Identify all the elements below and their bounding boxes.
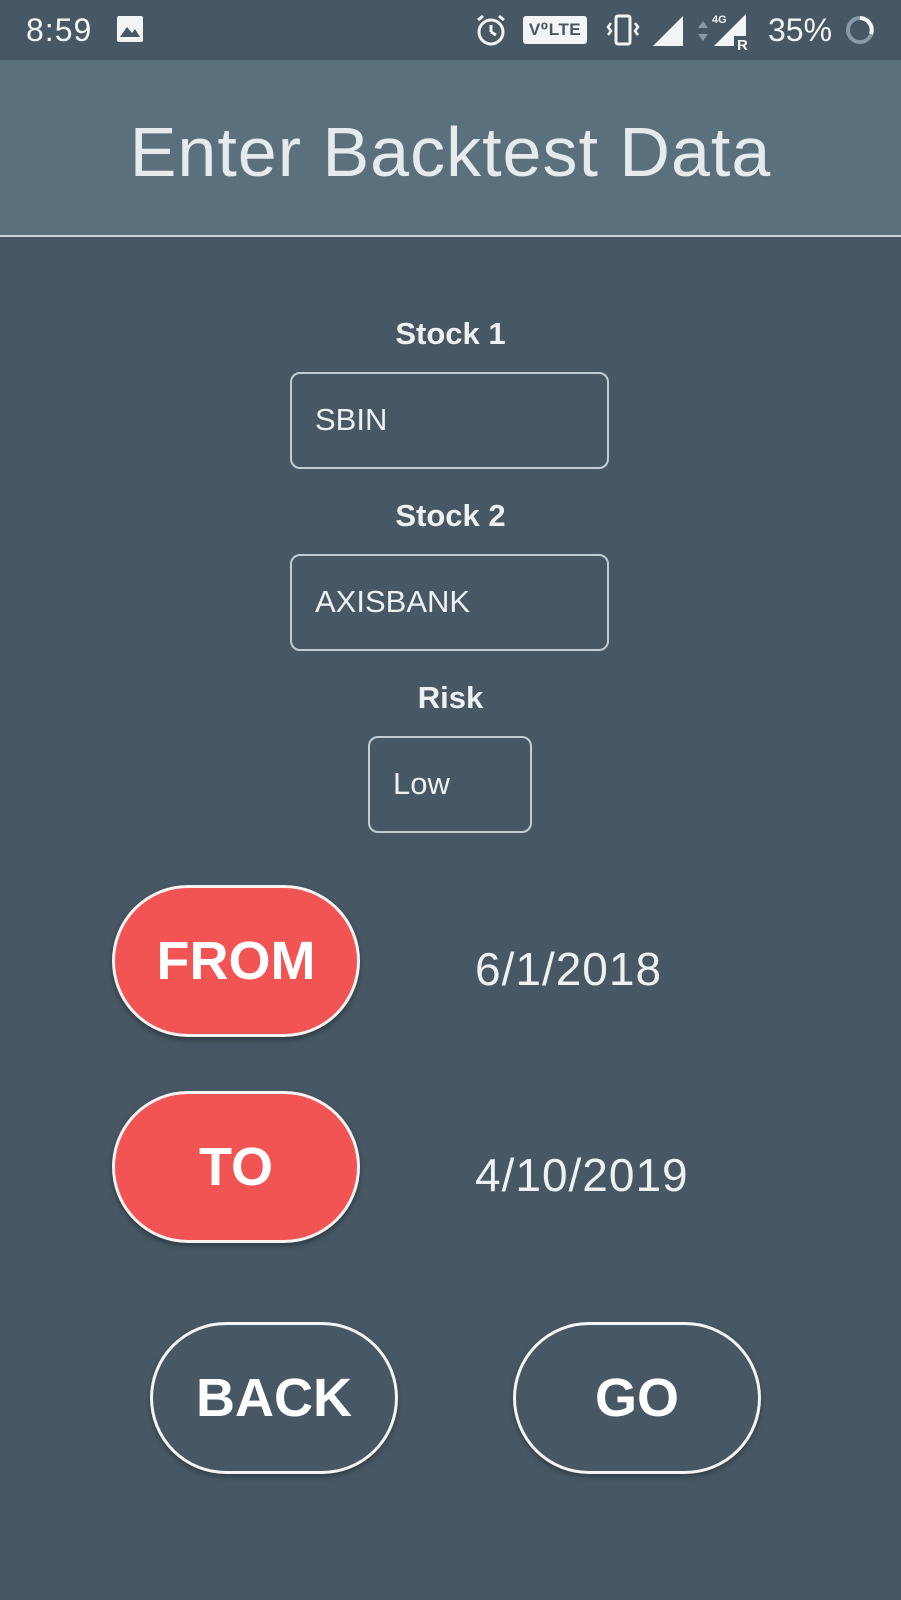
gallery-icon bbox=[116, 15, 144, 48]
page-title: Enter Backtest Data bbox=[129, 113, 772, 191]
stock1-input[interactable]: SBIN bbox=[290, 372, 609, 469]
status-time: 8:59 bbox=[26, 12, 93, 48]
data-arrows-icon bbox=[697, 20, 709, 47]
back-button[interactable]: BACK bbox=[150, 1322, 398, 1474]
battery-percent: 35% bbox=[768, 12, 833, 48]
signal-roaming-icon: 4G R bbox=[712, 12, 754, 57]
network-type-label: 4G bbox=[712, 14, 727, 26]
battery-circle-icon bbox=[844, 14, 876, 51]
risk-input[interactable]: Low bbox=[368, 736, 532, 833]
go-button[interactable]: GO bbox=[513, 1322, 761, 1474]
status-bar: 8:59 V⁰LTE 4G R 35% bbox=[0, 0, 901, 60]
app-bar: Enter Backtest Data bbox=[0, 60, 901, 237]
roaming-label: R bbox=[737, 37, 748, 52]
signal-icon bbox=[651, 14, 685, 53]
from-date-button[interactable]: FROM bbox=[112, 885, 360, 1037]
volte-badge: V⁰LTE bbox=[523, 16, 587, 44]
to-date-button[interactable]: TO bbox=[112, 1091, 360, 1243]
stock1-label: Stock 1 bbox=[395, 316, 506, 351]
from-date-value: 6/1/2018 bbox=[475, 943, 663, 995]
stock2-input[interactable]: AXISBANK bbox=[290, 554, 609, 651]
to-date-value: 4/10/2019 bbox=[475, 1149, 689, 1201]
vibrate-icon bbox=[606, 13, 640, 52]
alarm-icon bbox=[474, 13, 508, 52]
stock2-label: Stock 2 bbox=[395, 498, 506, 533]
risk-label: Risk bbox=[417, 680, 484, 715]
